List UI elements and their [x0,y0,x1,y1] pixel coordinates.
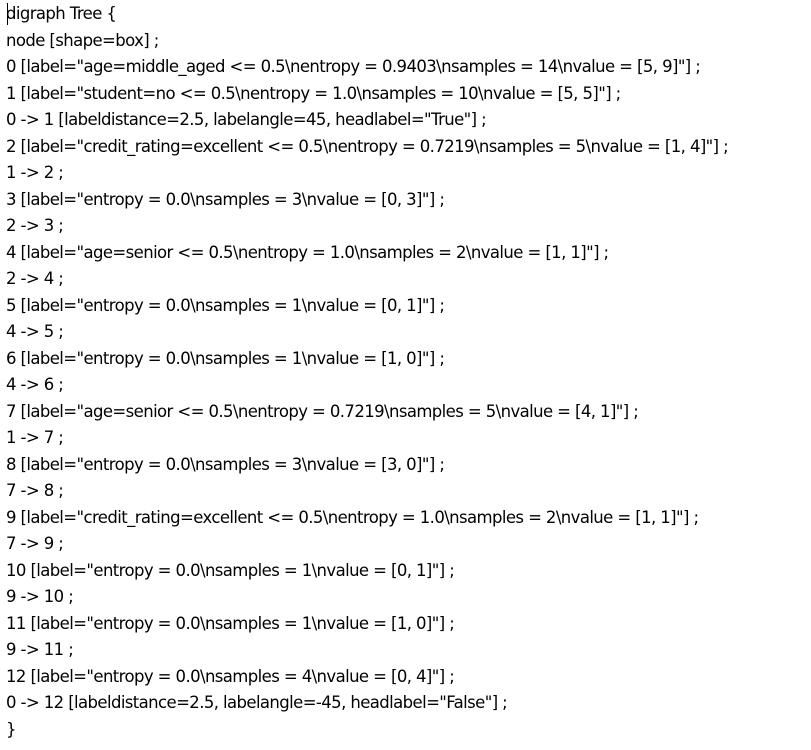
text-line: 7 -> 9 ; [6,534,64,553]
text-line: 0 -> 1 [labeldistance=2.5, labelangle=45… [6,110,487,129]
text-line: } [6,719,17,739]
text-line: node [shape=box] ; [6,30,159,50]
text-line: 0 [label="age=middle_aged <= 0.5\nentrop… [6,57,701,76]
text-line: 4 -> 5 ; [6,322,64,341]
document-text-area[interactable]: digraph Tree { node [shape=box] ; 0 [lab… [6,1,806,747]
text-line: 6 [label="entropy = 0.0\nsamples = 1\nva… [6,348,445,368]
text-line: 9 [label="credit_rating=excellent <= 0.5… [6,507,699,527]
text-line: 2 -> 3 ; [6,216,64,235]
text-cursor [7,3,8,25]
text-line: 4 -> 6 ; [6,375,64,394]
text-line: 12 [label="entropy = 0.0\nsamples = 4\nv… [6,666,455,686]
text-line: 10 [label="entropy = 0.0\nsamples = 1\nv… [6,560,455,580]
text-line: 2 -> 4 ; [6,269,64,288]
text-line: digraph Tree { [6,3,117,25]
text-line: 4 [label="age=senior <= 0.5\nentropy = 1… [6,242,609,262]
text-line: 1 -> 7 ; [6,428,64,447]
text-line: 3 [label="entropy = 0.0\nsamples = 3\nva… [6,189,445,209]
text-line: 1 [label="student=no <= 0.5\nentropy = 1… [6,83,621,103]
text-line: 1 -> 2 ; [6,163,64,182]
text-line: 11 [label="entropy = 0.0\nsamples = 1\nv… [6,613,455,633]
text-line: 9 -> 10 ; [6,587,74,606]
text-line: 8 [label="entropy = 0.0\nsamples = 3\nva… [6,454,445,474]
text-line: 0 -> 12 [labeldistance=2.5, labelangle=-… [6,693,508,712]
text-line: 2 [label="credit_rating=excellent <= 0.5… [6,136,729,156]
text-line: 7 -> 8 ; [6,481,64,500]
text-line: 5 [label="entropy = 0.0\nsamples = 1\nva… [6,295,445,315]
text-line: 9 -> 11 ; [6,640,74,659]
text-line: 7 [label="age=senior <= 0.5\nentropy = 0… [6,401,639,421]
